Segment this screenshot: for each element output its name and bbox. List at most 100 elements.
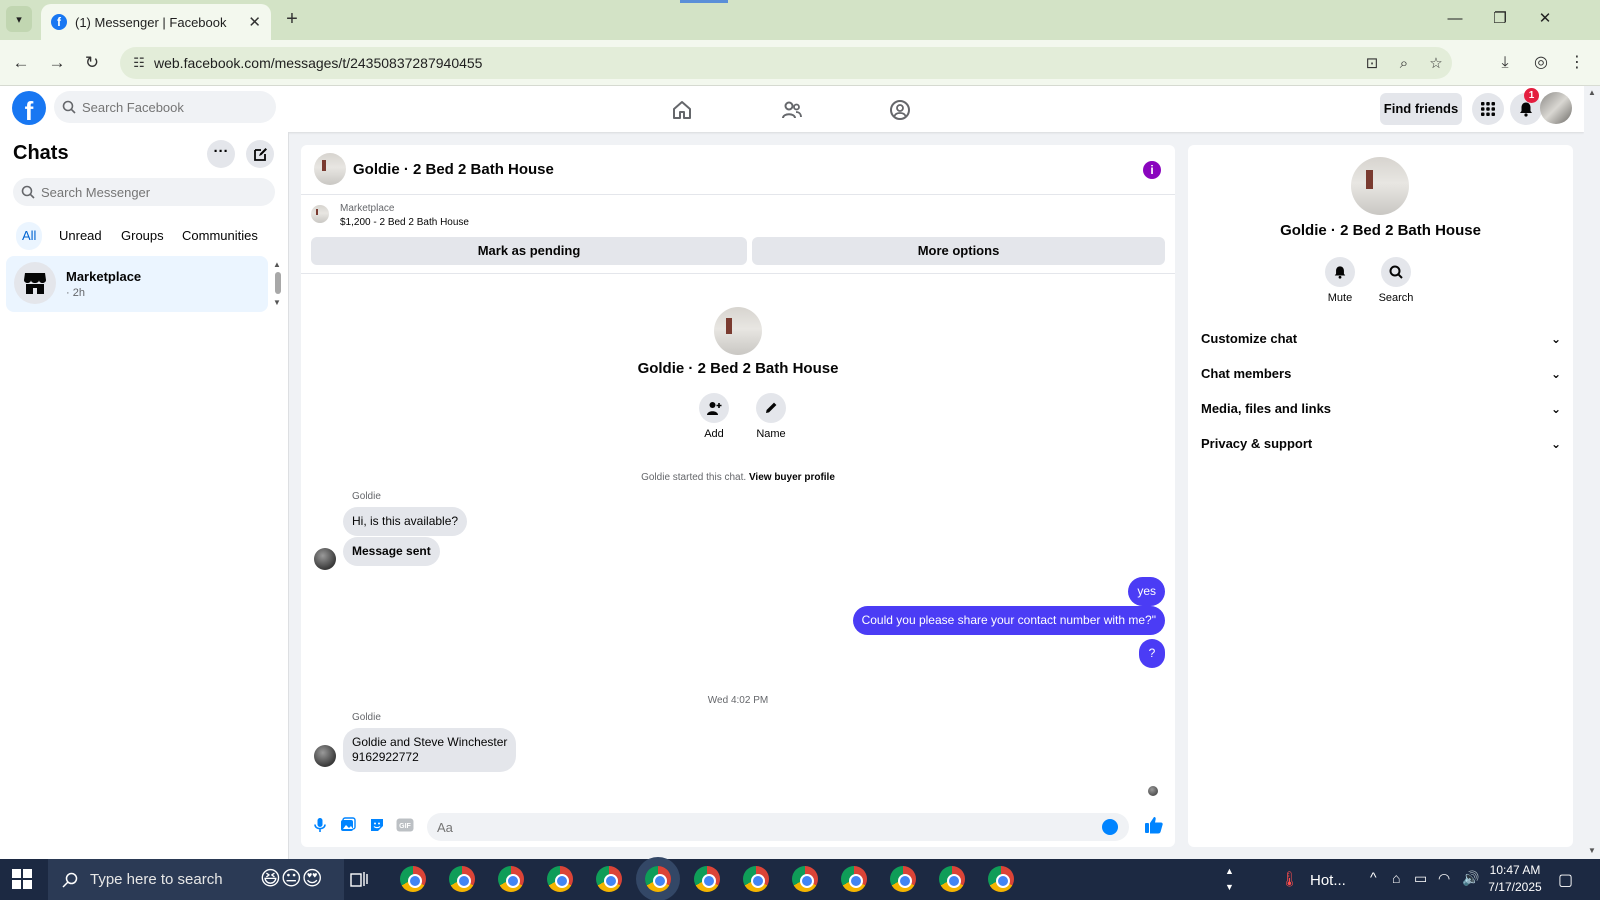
- scrollbar-thumb[interactable]: [275, 272, 281, 294]
- close-window-icon[interactable]: ✕: [1530, 8, 1560, 32]
- sender-avatar[interactable]: [314, 745, 336, 767]
- page-scrollbar[interactable]: ▲ ▼: [1584, 86, 1600, 859]
- chat-list-item[interactable]: Marketplace · 2h: [6, 256, 268, 312]
- scroll-up-icon[interactable]: ▲: [273, 260, 281, 269]
- scroll-down-icon[interactable]: ▼: [1588, 846, 1596, 855]
- name-chat-action[interactable]: Name: [741, 393, 801, 440]
- filter-communities[interactable]: Communities: [176, 222, 264, 250]
- wifi-icon[interactable]: ◠: [1438, 870, 1450, 887]
- chrome-taskbar-icon[interactable]: [547, 866, 573, 892]
- taskbar-search-input[interactable]: [90, 871, 260, 888]
- friends-icon[interactable]: [776, 94, 808, 126]
- new-tab-button[interactable]: +: [280, 8, 304, 32]
- browser-tab-active[interactable]: f (1) Messenger | Facebook ✕: [41, 4, 271, 40]
- chats-scrollbar[interactable]: ▲ ▼: [272, 260, 282, 310]
- chrome-taskbar-icon[interactable]: [792, 866, 818, 892]
- taskbar-search[interactable]: 😆😐😍: [48, 859, 344, 900]
- site-settings-icon[interactable]: ☷: [124, 55, 154, 71]
- filter-unread[interactable]: Unread: [53, 222, 108, 250]
- listing-title[interactable]: $1,200 - 2 Bed 2 Bath House: [340, 217, 469, 228]
- find-friends-button[interactable]: Find friends: [1380, 93, 1462, 125]
- chrome-taskbar-icon[interactable]: [890, 866, 916, 892]
- groups-icon[interactable]: [884, 94, 916, 126]
- section-chat-members[interactable]: Chat members ⌄: [1201, 359, 1561, 389]
- meet-now-icon[interactable]: ⌂: [1392, 870, 1400, 886]
- account-icon[interactable]: ◎: [1529, 51, 1553, 75]
- profile-avatar[interactable]: [1540, 92, 1572, 124]
- message-bubble-outgoing[interactable]: ?: [1139, 639, 1165, 668]
- conversation-title[interactable]: Goldie · 2 Bed 2 Bath House: [353, 161, 554, 178]
- conversation-avatar[interactable]: [314, 153, 346, 185]
- back-icon[interactable]: ←: [9, 51, 33, 75]
- message-bubble-incoming[interactable]: Hi, is this available?: [343, 507, 468, 536]
- browser-menu-icon[interactable]: ⋮: [1565, 51, 1589, 75]
- info-avatar[interactable]: [1351, 157, 1409, 215]
- weather-text[interactable]: Hot...: [1310, 872, 1346, 889]
- menu-grid-icon[interactable]: [1472, 93, 1504, 125]
- facebook-search-input[interactable]: [82, 99, 252, 115]
- taskbar-clock[interactable]: 10:47 AM 7/17/2025: [1480, 862, 1550, 896]
- facebook-search[interactable]: [54, 91, 276, 123]
- section-media-files-links[interactable]: Media, files and links ⌄: [1201, 394, 1561, 424]
- notifications-center-icon[interactable]: ▢: [1558, 870, 1573, 890]
- listing-thumbnail[interactable]: [311, 205, 329, 223]
- more-options-icon[interactable]: ···: [207, 140, 235, 168]
- chrome-taskbar-icon-active[interactable]: [645, 866, 671, 892]
- mute-action[interactable]: Mute: [1312, 257, 1368, 304]
- chrome-taskbar-icon[interactable]: [841, 866, 867, 892]
- close-tab-icon[interactable]: ✕: [248, 13, 261, 31]
- thumbs-up-icon[interactable]: [1144, 815, 1164, 835]
- view-buyer-profile-link[interactable]: View buyer profile: [749, 472, 835, 483]
- bookmark-star-icon[interactable]: ☆: [1420, 54, 1452, 72]
- facebook-logo-icon[interactable]: f: [12, 91, 46, 125]
- chrome-taskbar-icon[interactable]: [400, 866, 426, 892]
- message-bubble-outgoing[interactable]: Could you please share your contact numb…: [852, 606, 1165, 635]
- chrome-taskbar-icon[interactable]: [988, 866, 1014, 892]
- chrome-taskbar-icon[interactable]: [449, 866, 475, 892]
- photo-icon[interactable]: [338, 815, 358, 835]
- info-icon[interactable]: i: [1143, 161, 1161, 179]
- sticker-icon[interactable]: [367, 815, 387, 835]
- windows-start-icon[interactable]: [12, 869, 32, 889]
- section-privacy-support[interactable]: Privacy & support ⌄: [1201, 429, 1561, 459]
- chrome-taskbar-icon[interactable]: [694, 866, 720, 892]
- microphone-icon[interactable]: [310, 815, 330, 835]
- battery-icon[interactable]: ▭: [1414, 870, 1427, 887]
- gif-icon[interactable]: GIF: [395, 815, 415, 835]
- chrome-taskbar-icon[interactable]: [596, 866, 622, 892]
- message-bubble-outgoing[interactable]: yes: [1128, 577, 1165, 606]
- search-action[interactable]: Search: [1368, 257, 1424, 304]
- tab-search-button[interactable]: ▾: [6, 6, 32, 32]
- filter-all[interactable]: All: [16, 222, 43, 250]
- address-bar[interactable]: ☷ web.facebook.com/messages/t/2435083728…: [120, 47, 1452, 79]
- show-hidden-icons-icon[interactable]: ^: [1370, 869, 1377, 885]
- scroll-up-icon[interactable]: ▲: [1588, 88, 1596, 97]
- reload-icon[interactable]: ↻: [80, 51, 104, 75]
- emoji-icon[interactable]: [1102, 819, 1118, 835]
- message-bubble-incoming[interactable]: Goldie and Steve Winchester 9162922772: [343, 728, 517, 772]
- zoom-icon[interactable]: ⌕: [1388, 55, 1420, 72]
- download-icon[interactable]: ⤓: [1493, 51, 1517, 75]
- chrome-taskbar-icon[interactable]: [939, 866, 965, 892]
- mark-as-pending-button[interactable]: Mark as pending: [311, 237, 747, 265]
- message-bubble-incoming[interactable]: Message sent: [343, 537, 440, 566]
- forward-icon[interactable]: →: [45, 51, 69, 75]
- message-input[interactable]: [427, 813, 1129, 841]
- install-app-icon[interactable]: ⊡: [1356, 54, 1388, 72]
- messenger-search[interactable]: [13, 178, 275, 206]
- section-customize-chat[interactable]: Customize chat ⌄: [1201, 324, 1561, 354]
- chrome-taskbar-icon[interactable]: [498, 866, 524, 892]
- more-options-button[interactable]: More options: [752, 237, 1165, 265]
- sender-avatar[interactable]: [314, 548, 336, 570]
- restore-window-icon[interactable]: ❐: [1485, 8, 1515, 32]
- home-icon[interactable]: [666, 94, 698, 126]
- add-people-action[interactable]: Add: [684, 393, 744, 440]
- new-message-icon[interactable]: [246, 140, 274, 168]
- filter-groups[interactable]: Groups: [115, 222, 170, 250]
- messenger-search-input[interactable]: [41, 184, 211, 200]
- scroll-down-icon[interactable]: ▼: [273, 298, 281, 307]
- minimize-window-icon[interactable]: —: [1440, 8, 1470, 32]
- task-view-icon[interactable]: [350, 869, 370, 889]
- volume-icon[interactable]: 🔊: [1462, 870, 1479, 887]
- url-text[interactable]: web.facebook.com/messages/t/243508372879…: [154, 55, 1356, 71]
